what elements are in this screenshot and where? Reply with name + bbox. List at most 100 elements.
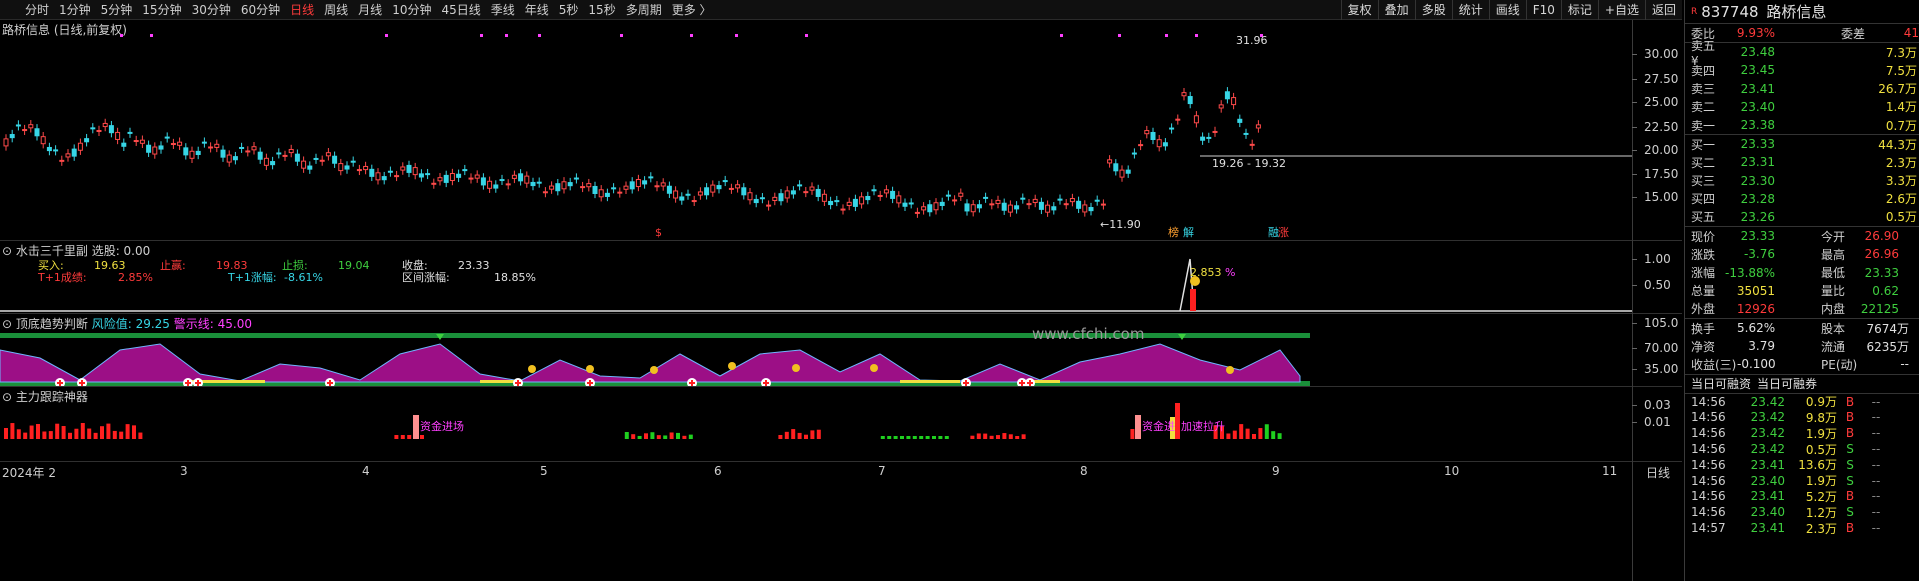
capital-bar: [925, 436, 930, 439]
candle: [617, 187, 623, 198]
stat-value: 22125: [1860, 301, 1899, 316]
tick-dash: --: [1871, 489, 1881, 504]
period-tab[interactable]: 更多 〉: [667, 0, 717, 20]
period-tab[interactable]: 15秒: [583, 0, 620, 20]
axis-tick-label: 105.0: [1644, 316, 1679, 330]
period-tab[interactable]: 5秒: [554, 0, 584, 20]
capital-bar: [1264, 424, 1269, 439]
stat-value: 35051: [1736, 283, 1775, 298]
candle: [3, 134, 9, 151]
tool-button[interactable]: 统计: [1451, 0, 1489, 20]
period-tab[interactable]: 15分钟: [137, 0, 186, 20]
candle: [1218, 100, 1224, 113]
period-tab[interactable]: 30分钟: [187, 0, 236, 20]
tool-button[interactable]: 复权: [1340, 0, 1378, 20]
stat-value: -3.76: [1743, 247, 1775, 262]
order-book-row[interactable]: 买一 23.33 44.3万: [1685, 135, 1919, 153]
candle: [443, 170, 449, 188]
tool-button[interactable]: 标记: [1560, 0, 1598, 20]
period-tab[interactable]: 季线: [486, 0, 520, 20]
tag-capital-in-2: 资金进: [1142, 420, 1175, 433]
tool-button[interactable]: 返回: [1644, 0, 1682, 20]
candle: [214, 139, 220, 153]
order-book-row[interactable]: 卖二 23.40 1.4万: [1685, 98, 1919, 116]
period-tab[interactable]: 月线: [353, 0, 387, 20]
level-price: 23.41: [1740, 81, 1775, 96]
order-book-row[interactable]: 卖四 23.45 7.5万: [1685, 61, 1919, 79]
signal-dot: [620, 34, 623, 37]
capital-bar: [48, 431, 53, 439]
tool-button[interactable]: F10: [1525, 0, 1561, 20]
candlestick-chart[interactable]: $ 榜解融涨: [0, 20, 1632, 240]
tick-time: 14:56: [1691, 457, 1726, 472]
period-tab[interactable]: 10分钟: [387, 0, 436, 20]
candle: [40, 131, 46, 149]
period-tab[interactable]: 分时: [20, 0, 54, 20]
shuiji-indicator-panel[interactable]: ⊙ 水击三千里副 选股: 0.00 买入: 19.63 止赢: 19.83 止损: 19.…: [0, 241, 1682, 313]
order-book-row[interactable]: 买二 23.31 2.3万: [1685, 153, 1919, 171]
order-book-row[interactable]: 买四 23.28 2.6万: [1685, 190, 1919, 208]
tick-side: B: [1845, 394, 1855, 409]
period-tab[interactable]: 60分钟: [236, 0, 285, 20]
capital-bar: [900, 436, 904, 439]
candle: [158, 141, 164, 154]
period-tab[interactable]: 5分钟: [96, 0, 138, 20]
candle: [604, 188, 610, 202]
price-stats: 现价 23.33 今开 26.90 涨跌 -3.76 最高 26.96 涨幅 -13.88% 最低 2…: [1685, 227, 1919, 319]
capital-bar: [1271, 431, 1276, 439]
candle: [735, 180, 741, 193]
period-tab[interactable]: 日线: [285, 0, 319, 20]
candle: [865, 191, 871, 205]
candle: [325, 148, 331, 161]
order-book-row[interactable]: 买五 23.26 0.5万: [1685, 208, 1919, 226]
tool-button[interactable]: 画线: [1488, 0, 1526, 20]
tick-volume: 1.2万: [1805, 505, 1837, 520]
capital-tracking-panel[interactable]: ⊙ 主力跟踪神器 资金进场 资金进 加速拉升: [0, 387, 1682, 461]
tool-button[interactable]: 多股: [1414, 0, 1452, 20]
candle: [294, 149, 300, 166]
spike-bar: [1190, 289, 1196, 311]
candle: [270, 156, 276, 170]
period-tab[interactable]: 1分钟: [54, 0, 96, 20]
signal-dot: [480, 34, 483, 37]
tool-button[interactable]: 叠加: [1377, 0, 1415, 20]
candle: [1125, 165, 1131, 178]
trend-panel[interactable]: ⊙ 顶底趋势判断 风险值: 29.25 警示线: 45.00 www.cfchi…: [0, 314, 1682, 386]
yellow-segment: [900, 380, 960, 383]
tool-button[interactable]: +自选: [1597, 0, 1645, 20]
order-book-row[interactable]: 卖一 23.38 0.7万: [1685, 116, 1919, 134]
order-book-row[interactable]: 买三 23.30 3.3万: [1685, 172, 1919, 190]
level-label: 卖一: [1691, 118, 1716, 133]
period-tab[interactable]: 45日线: [436, 0, 485, 20]
candle: [406, 160, 412, 178]
candle: [784, 186, 790, 203]
candle: [927, 200, 933, 217]
candle: [1094, 195, 1100, 206]
candle: [629, 177, 635, 194]
candle: [902, 198, 908, 211]
tick-side: S: [1846, 442, 1854, 457]
candle: [518, 169, 524, 186]
order-book-row[interactable]: 卖五 ¥23.48 7.3万: [1685, 39, 1919, 68]
candle: [623, 181, 629, 194]
axis-mode[interactable]: 日线: [1646, 464, 1670, 481]
candlestick-panel[interactable]: 路桥信息 (日线,前复权) $ 榜解融涨 31.96 ←11.90 19.26 -…: [0, 20, 1682, 240]
capital-bar: [68, 432, 72, 439]
period-tab[interactable]: 多周期: [621, 0, 667, 20]
order-book-row[interactable]: 卖三 23.41 26.7万: [1685, 80, 1919, 98]
period-toolbar: 分时 1分钟 5分钟 15分钟 30分钟 60分钟 日线 周线 月线 10分钟 45日线 季线 年线 5秒…: [0, 0, 1682, 20]
candle: [468, 173, 474, 184]
capital-bar: [1258, 428, 1263, 439]
axis-tick: [1632, 174, 1637, 175]
candle: [710, 180, 716, 197]
tick-side: B: [1845, 521, 1855, 536]
period-tab[interactable]: 周线: [319, 0, 353, 20]
candle: [170, 138, 176, 149]
period-tab[interactable]: 年线: [520, 0, 554, 20]
candle: [983, 192, 989, 203]
capital-bar: [932, 436, 936, 439]
tick-row: 14:56 23.42 1.9万 B --: [1685, 425, 1919, 441]
candle: [883, 185, 889, 198]
axis-tick-label: 22.50: [1644, 120, 1679, 134]
axis-tick: [1632, 369, 1637, 370]
